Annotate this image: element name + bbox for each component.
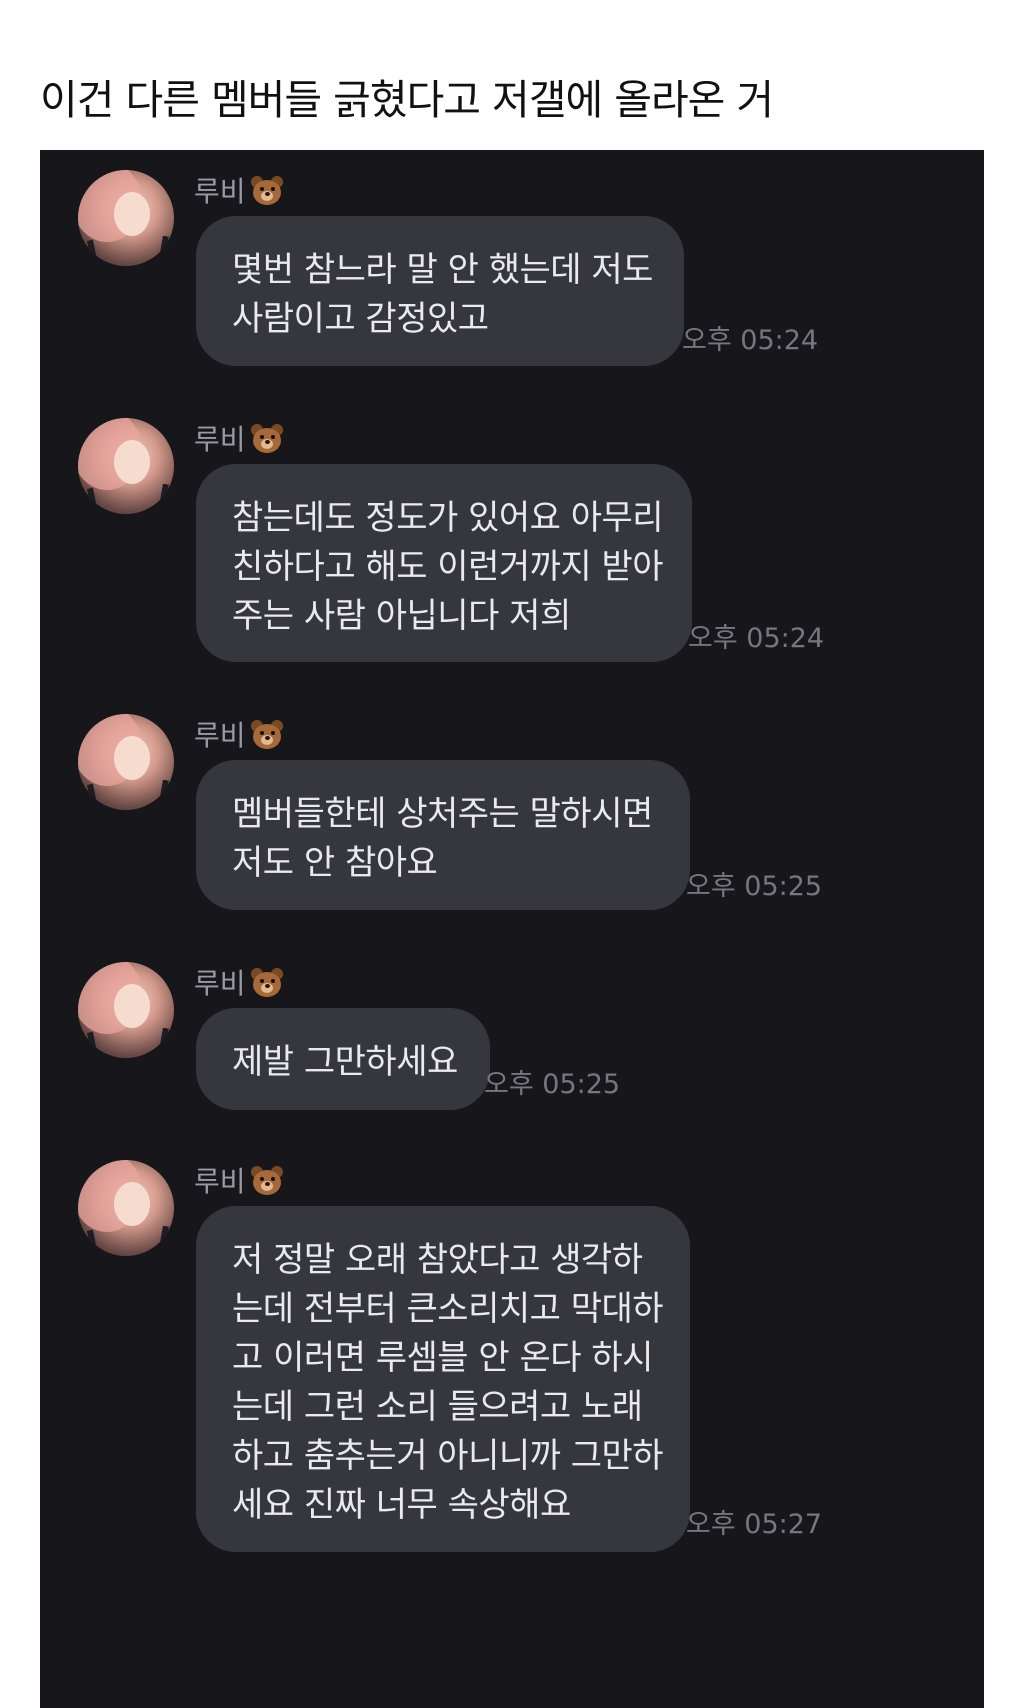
message-line: 저 정말 오래 참았다고 생각하 [232, 1240, 643, 1280]
message-time: 오후 05:25 [686, 871, 823, 902]
message-bubble[interactable]: 제발 그만하세요 [196, 1008, 490, 1110]
bear-face-icon [250, 1165, 284, 1195]
sender-name-label: 루비 [194, 1165, 246, 1198]
message-time: 오후 05:25 [484, 1069, 621, 1100]
message-time: 오후 05:27 [686, 1509, 823, 1540]
message-bubble[interactable]: 멤버들한테 상처주는 말하시면 저도 안 참아요 [196, 760, 690, 910]
message-time: 오후 05:24 [688, 623, 825, 654]
message-line: 멤버들한테 상처주는 말하시면 [232, 794, 653, 834]
bear-face-icon [250, 967, 284, 997]
message-line: 고 이러면 루셈블 안 온다 하시 [232, 1338, 653, 1378]
chat-screenshot: 루비 몇번 참느라 말 안 했는데 저도 사람이고 감정있고 오후 05:24 … [40, 150, 984, 1708]
sender-name: 루비 [194, 962, 284, 1002]
message-line: 사람이고 감정있고 [232, 299, 489, 339]
message-bubble[interactable]: 몇번 참느라 말 안 했는데 저도 사람이고 감정있고 [196, 216, 684, 366]
sender-name-label: 루비 [194, 175, 246, 208]
sender-name: 루비 [194, 418, 284, 458]
sender-name-label: 루비 [194, 423, 246, 456]
avatar[interactable] [78, 418, 174, 514]
bear-face-icon [250, 423, 284, 453]
message-line: 세요 진짜 너무 속상해요 [232, 1485, 571, 1525]
message-bubble[interactable]: 저 정말 오래 참았다고 생각하 는데 전부터 큰소리치고 막대하 고 이러면 … [196, 1206, 690, 1552]
message-line: 는데 그런 소리 들으려고 노래 [232, 1387, 643, 1427]
avatar[interactable] [78, 962, 174, 1058]
post-title: 이건 다른 멤버들 긁혔다고 저갤에 올라온 거 [40, 76, 774, 124]
message-line: 주는 사람 아닙니다 저희 [232, 596, 571, 636]
message-line: 친하다고 해도 이런거까지 받아 [232, 547, 664, 587]
message-bubble[interactable]: 참는데도 정도가 있어요 아무리 친하다고 해도 이런거까지 받아 주는 사람 … [196, 464, 692, 662]
bear-face-icon [250, 175, 284, 205]
avatar[interactable] [78, 1160, 174, 1256]
message-line: 참는데도 정도가 있어요 아무리 [232, 498, 664, 538]
bear-face-icon [250, 719, 284, 749]
sender-name: 루비 [194, 714, 284, 754]
sender-name-label: 루비 [194, 719, 246, 752]
message-time: 오후 05:24 [682, 325, 819, 356]
sender-name: 루비 [194, 1160, 284, 1200]
message-line: 하고 춤추는거 아니니까 그만하 [232, 1436, 664, 1476]
avatar[interactable] [78, 714, 174, 810]
message-line: 저도 안 참아요 [232, 843, 438, 883]
sender-name-label: 루비 [194, 967, 246, 1000]
sender-name: 루비 [194, 170, 284, 210]
message-line: 제발 그만하세요 [232, 1042, 458, 1082]
message-line: 몇번 참느라 말 안 했는데 저도 [232, 250, 653, 290]
avatar[interactable] [78, 170, 174, 266]
message-line: 는데 전부터 큰소리치고 막대하 [232, 1289, 664, 1329]
